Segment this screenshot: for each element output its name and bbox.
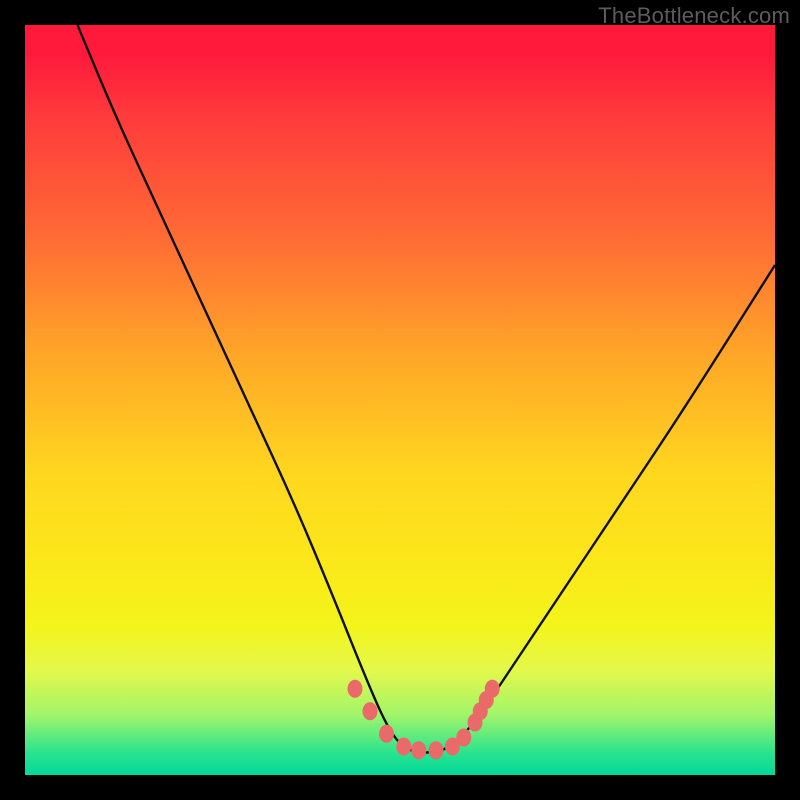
valley-markers: [348, 680, 500, 760]
curve-path: [78, 25, 776, 753]
bottleneck-curve: [25, 25, 775, 775]
valley-marker: [363, 702, 378, 720]
valley-marker: [429, 741, 444, 759]
valley-marker: [456, 729, 471, 747]
valley-marker: [348, 680, 363, 698]
valley-marker: [396, 738, 411, 756]
valley-marker: [379, 725, 394, 743]
plot-area: [25, 25, 775, 775]
valley-marker: [411, 741, 426, 759]
valley-marker: [485, 680, 500, 698]
